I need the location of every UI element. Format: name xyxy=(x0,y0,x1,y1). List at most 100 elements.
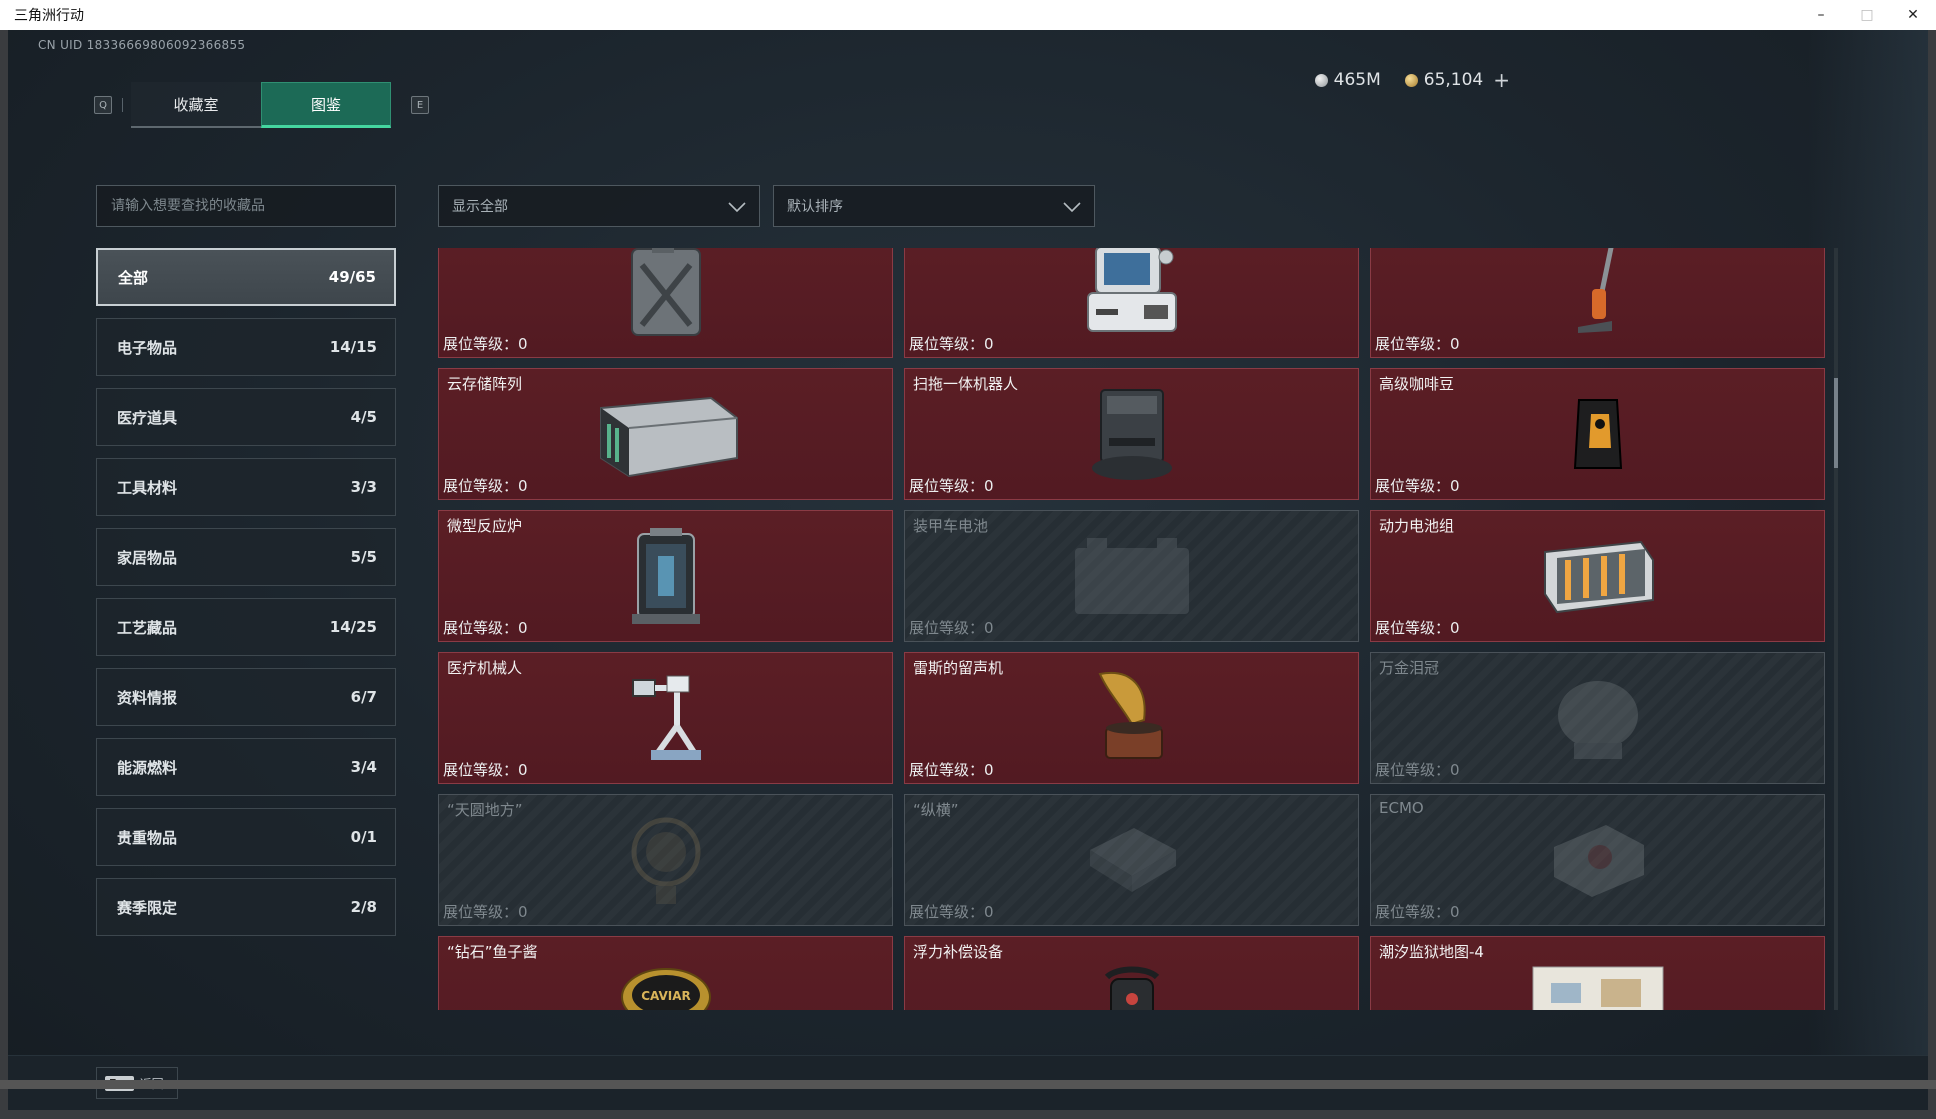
category-tools[interactable]: 工具材料 3/3 xyxy=(96,458,396,516)
collection-card[interactable]: 潮汐监狱地图-4 展位等级：0 xyxy=(1370,936,1825,1010)
item-name: 动力电池组 xyxy=(1379,517,1455,535)
currency-gold: 65,104 + xyxy=(1404,68,1510,92)
collection-grid: 展位等级：0 展位等级：0 展位等级：0 云存储阵列 展位等级：0 扫拖一体机器… xyxy=(438,248,1825,1010)
item-name: 万金泪冠 xyxy=(1379,659,1440,677)
ecmo-icon xyxy=(1553,825,1644,897)
item-name: “钻石”鱼子酱 xyxy=(447,943,538,961)
collection-card[interactable]: 浮力补偿设备 展位等级：0 xyxy=(904,936,1359,1010)
category-label: 赛季限定 xyxy=(117,898,178,917)
gold-amount: 65,104 xyxy=(1423,70,1484,90)
collection-card[interactable]: 扫拖一体机器人 展位等级：0 xyxy=(904,368,1359,500)
category-label: 工艺藏品 xyxy=(117,618,178,637)
vacuum-cleaner-icon xyxy=(1577,248,1614,333)
level-text: 展位等级：0 xyxy=(443,761,528,779)
currency-silver: 465M xyxy=(1314,70,1381,90)
minimize-button[interactable]: – xyxy=(1798,0,1844,30)
category-intel[interactable]: 资料情报 6/7 xyxy=(96,668,396,726)
level-text: 展位等级：0 xyxy=(1375,477,1460,495)
coffee-bag-icon xyxy=(1573,399,1622,469)
level-text: 展位等级：0 xyxy=(909,335,994,353)
top-tabs: Q 收藏室 图鉴 E xyxy=(94,82,429,128)
category-crafts[interactable]: 工艺藏品 14/25 xyxy=(96,598,396,656)
grid-scrollbar[interactable] xyxy=(1834,248,1838,1010)
collection-card[interactable]: 云存储阵列 展位等级：0 xyxy=(438,368,893,500)
category-medical[interactable]: 医疗道具 4/5 xyxy=(96,388,396,446)
item-name: 装甲车电池 xyxy=(913,517,989,535)
category-season[interactable]: 赛季限定 2/8 xyxy=(96,878,396,936)
category-label: 能源燃料 xyxy=(117,758,178,777)
chevron-down-icon xyxy=(728,202,746,213)
item-name: 潮汐监狱地图-4 xyxy=(1379,943,1484,961)
category-count: 14/25 xyxy=(329,618,377,636)
collection-card[interactable]: 展位等级：0 xyxy=(904,248,1359,358)
collection-card[interactable]: “纵横” 展位等级：0 xyxy=(904,794,1359,926)
tab-divider xyxy=(122,98,123,112)
category-list: 全部 49/65 电子物品 14/15 医疗道具 4/5 工具材料 3/3 家居物品 5/… xyxy=(96,248,396,948)
category-label: 医疗道具 xyxy=(117,408,178,427)
collection-card[interactable]: 医疗机械人 展位等级：0 xyxy=(438,652,893,784)
close-button[interactable]: ✕ xyxy=(1890,0,1936,30)
globe-icon xyxy=(631,817,700,904)
collection-card[interactable]: 微型反应炉 展位等级：0 xyxy=(438,510,893,642)
item-name: 高级咖啡豆 xyxy=(1379,375,1455,393)
window-titlebar: 三角洲行动 – □ ✕ xyxy=(0,0,1936,30)
jerrycan-icon xyxy=(630,248,701,336)
level-text: 展位等级：0 xyxy=(443,335,528,353)
maximize-button[interactable]: □ xyxy=(1844,0,1890,30)
currency-bar: 465M 65,104 + xyxy=(1270,60,1510,100)
level-text: 展位等级：0 xyxy=(909,761,994,779)
collection-card[interactable]: 展位等级：0 xyxy=(438,248,893,358)
sort-dropdown[interactable]: 默认排序 xyxy=(773,185,1095,227)
level-text: 展位等级：0 xyxy=(909,477,994,495)
category-label: 资料情报 xyxy=(117,688,178,707)
level-text: 展位等级：0 xyxy=(443,619,528,637)
category-count: 14/15 xyxy=(329,338,377,356)
collection-card[interactable]: 万金泪冠 展位等级：0 xyxy=(1370,652,1825,784)
collection-card[interactable]: 动力电池组 展位等级：0 xyxy=(1370,510,1825,642)
battery-pack-icon xyxy=(1543,540,1654,614)
chevron-down-icon xyxy=(1063,202,1081,213)
collection-card[interactable]: 雷斯的留声机 展位等级：0 xyxy=(904,652,1359,784)
display-filter-dropdown[interactable]: 显示全部 xyxy=(438,185,760,227)
item-name: 浮力补偿设备 xyxy=(913,943,1004,961)
scrollbar-thumb[interactable] xyxy=(1834,378,1838,468)
search-input[interactable] xyxy=(96,185,396,227)
background-strip xyxy=(0,1080,1936,1089)
category-electronics[interactable]: 电子物品 14/15 xyxy=(96,318,396,376)
collection-card[interactable]: “天圆地方” 展位等级：0 xyxy=(438,794,893,926)
sort-value: 默认排序 xyxy=(787,199,843,215)
collection-grid-viewport: 展位等级：0 展位等级：0 展位等级：0 云存储阵列 展位等级：0 扫拖一体机器… xyxy=(438,248,1840,1010)
game-viewport: CN UID 18336669806092366855 Q 收藏室 图鉴 E 4… xyxy=(8,30,1928,1110)
level-text: 展位等级：0 xyxy=(909,619,994,637)
silver-amount: 465M xyxy=(1333,70,1381,90)
level-text: 展位等级：0 xyxy=(443,903,528,921)
level-text: 展位等级：0 xyxy=(1375,761,1460,779)
category-label: 电子物品 xyxy=(117,338,178,357)
add-currency-button[interactable]: + xyxy=(1493,68,1510,92)
caviar-tin-icon: CAVIAR xyxy=(620,968,711,1010)
category-count: 49/65 xyxy=(328,268,376,286)
category-energy[interactable]: 能源燃料 3/4 xyxy=(96,738,396,796)
collection-card[interactable]: 高级咖啡豆 展位等级：0 xyxy=(1370,368,1825,500)
collection-card[interactable]: “钻石”鱼子酱 CAVIAR 展位等级：0 xyxy=(438,936,893,1010)
item-name: 医疗机械人 xyxy=(447,659,523,677)
collection-card[interactable]: ECMO 展位等级：0 xyxy=(1370,794,1825,926)
chessboard-icon xyxy=(1089,828,1176,892)
category-valuables[interactable]: 贵重物品 0/1 xyxy=(96,808,396,866)
collection-card[interactable]: 展位等级：0 xyxy=(1370,248,1825,358)
level-text: 展位等级：0 xyxy=(909,903,994,921)
tab-collection-room[interactable]: 收藏室 xyxy=(131,82,261,128)
tab-codex[interactable]: 图鉴 xyxy=(261,82,391,128)
item-name: ECMO xyxy=(1379,799,1424,817)
category-household[interactable]: 家居物品 5/5 xyxy=(96,528,396,586)
level-text: 展位等级：0 xyxy=(1375,619,1460,637)
category-count: 5/5 xyxy=(350,548,377,566)
key-hint-q: Q xyxy=(94,96,112,114)
category-all[interactable]: 全部 49/65 xyxy=(96,248,396,306)
item-name: 雷斯的留声机 xyxy=(913,659,1004,677)
caviar-label: CAVIAR xyxy=(641,989,691,1003)
display-filter-value: 显示全部 xyxy=(452,199,508,215)
collection-card[interactable]: 装甲车电池 展位等级：0 xyxy=(904,510,1359,642)
window-title: 三角洲行动 xyxy=(14,8,84,24)
reactor-icon xyxy=(631,528,700,624)
